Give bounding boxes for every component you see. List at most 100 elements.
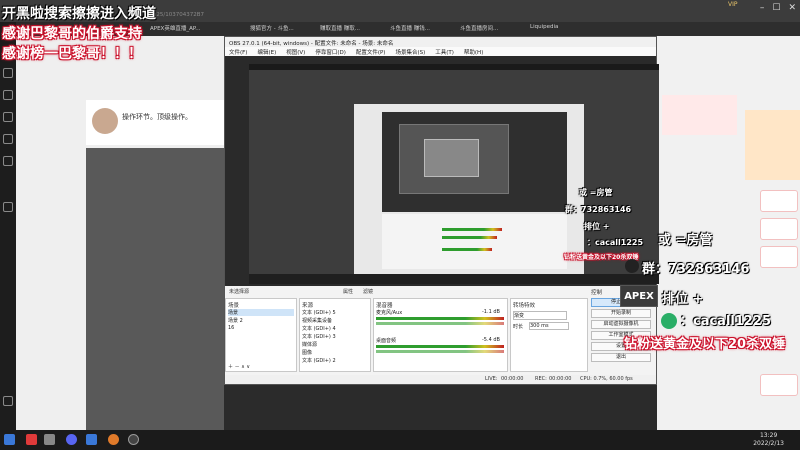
close-icon[interactable]: ✕ [788,3,796,17]
source-item[interactable]: 视频采集设备 [302,317,332,324]
clock[interactable]: 13:29 2022/2/13 [753,432,784,448]
menu-profile[interactable]: 配置文件(P) [356,48,386,56]
category-icon[interactable] [3,112,13,122]
preview-recursive-2 [424,139,479,177]
obs-icon[interactable] [128,434,139,445]
gift-thumb[interactable] [760,218,798,240]
scene-item[interactable]: 场景 [228,309,294,316]
mixer-channel-name: 桌面音频 [376,338,397,344]
duration-label: 时长 [513,324,524,330]
obs-preview[interactable]: 或 =房管 群：732863146 排位 + ：cacall1225 钻粉送黄金… [249,64,659,284]
no-source-selected: 未选择源 [229,289,250,295]
mixer-meter-mic [376,317,504,320]
virtual-camera-button[interactable]: 启动虚拟摄像机 [591,320,651,329]
source-item[interactable]: 文本 (GDI+) 4 [302,325,336,332]
exit-button[interactable]: 退出 [591,353,651,362]
obs-title-bar: OBS 27.0.1 (64-bit, windows) - 配置文件: 未命名… [225,37,656,47]
live-time: 00:00:00 [501,376,524,382]
app-icon[interactable] [86,434,97,445]
menu-scene-collection[interactable]: 场景集合(S) [395,48,425,56]
browser-tab[interactable]: APEX英雄直播_AP... [150,24,220,35]
mixer-title: 混音器 [376,303,393,309]
browser-tab[interactable]: 搜狐官方 - 斗鱼... [250,24,315,35]
mixer-meter-desktop [376,350,504,353]
event-banner[interactable] [745,110,800,180]
overlay-rank: 排位 + [662,292,704,307]
preview-browser-strip [249,64,659,70]
scene-item[interactable]: 场景 2 [228,317,243,324]
start-recording-button[interactable]: 开始录制 [591,309,651,318]
streamer-avatar[interactable] [92,108,118,134]
overlay-thanks-1: 感谢巴黎哥的伯爵支持 [2,26,142,42]
rec-time: 00:00:00 [549,376,572,382]
apex-logo: APEX [620,285,658,307]
browser-tab[interactable]: Liquipedia [530,24,590,35]
obs-status-bar: LIVE: 00:00:00 REC: 00:00:00 CPU: 0.7%, … [225,375,656,384]
properties-button[interactable]: 属性 [343,288,353,295]
clock-time: 13:29 [759,432,778,439]
fish-icon[interactable] [3,202,13,212]
overlay-gift-note: 钻粉送黄金及以下20杀双锤 [624,337,786,352]
live-icon[interactable] [3,90,13,100]
menu-help[interactable]: 帮助(H) [464,48,483,56]
scene-add-remove[interactable]: ＋ － ∧ ∨ [228,363,250,370]
duration-input[interactable]: 300 ms [529,322,569,330]
browser-tab[interactable]: 斗鱼直播 赚钱... [390,24,455,35]
live-label: LIVE: [485,376,498,382]
source-item[interactable]: 文本 (GDI+) 3 [302,333,336,340]
browser-tab[interactable]: 斗鱼直播房间... [460,24,525,35]
obs-window: OBS 27.0.1 (64-bit, windows) - 配置文件: 未命名… [224,36,659,385]
gift-thumb[interactable] [760,190,798,212]
app-icon[interactable] [26,434,37,445]
home-icon[interactable] [3,68,13,78]
mixer-meter-mic [376,322,504,325]
controls-title: 控制 [591,290,603,296]
preview-qq-text: 群：732863146 [565,205,632,214]
promo-card[interactable] [662,95,737,135]
transition-select[interactable]: 渐变 [513,311,567,320]
preview-meter [442,236,497,239]
overlay-wechat: ：cacall1225 [680,314,772,329]
source-item[interactable]: 文本 (GDI+) 2 [302,357,336,364]
cpu-fps: CPU: 0.7%, 60.00 fps [580,376,633,382]
obs-menu-bar: 文件(F) 编辑(E) 视图(V) 停靠窗口(D) 配置文件(P) 场景集合(S… [225,47,656,56]
add-icon[interactable] [3,396,13,406]
preview-meter [442,228,502,231]
overlay-thanks-2: 感谢榜一巴黎哥！！！ [2,46,142,62]
browser-tabs: APEX英雄直播_AP... 搜狐官方 - 斗鱼... 赚取直播 赚取... 斗… [150,22,800,36]
address-bar[interactable]: ds25/103704372B7 [150,12,204,18]
source-item[interactable]: 图像 [302,349,312,356]
browser-tab[interactable]: 赚取直播 赚取... [320,24,385,35]
obs-docks: 未选择源 属性 滤镜 场景 场景 场景 2 16 ＋ － ∧ ∨ 来源 文本 (… [225,286,656,384]
follow-icon[interactable] [3,134,13,144]
left-sidebar [0,22,16,430]
transitions-title: 转场特效 [513,303,536,309]
scene-item[interactable]: 16 [228,325,234,331]
rec-label: REC: [535,376,547,382]
start-icon[interactable] [4,434,15,445]
browser-icon[interactable] [108,434,119,445]
discord-icon[interactable] [66,434,77,445]
app-icon[interactable] [44,434,55,445]
preview-nested-docks [382,214,567,269]
menu-view[interactable]: 视图(V) [286,48,305,56]
gift-thumb[interactable] [760,374,798,396]
filters-button[interactable]: 滤镜 [363,288,373,295]
game-icon[interactable] [3,156,13,166]
gift-thumb[interactable] [760,246,798,268]
menu-tools[interactable]: 工具(T) [435,48,454,56]
mixer-channel-name: 麦克风/Aux [376,310,403,316]
preview-taskbar [249,274,659,284]
menu-edit[interactable]: 编辑(E) [257,48,276,56]
menu-docks[interactable]: 停靠窗口(D) [315,48,346,56]
mixer-channel-db: -1.1 dB [482,309,500,315]
mixer-dock: 混音器 麦克风/Aux -1.1 dB 桌面音频 -5.4 dB [373,298,508,372]
source-item[interactable]: 媒体源 [302,341,317,348]
source-item[interactable]: 文本 (GDI+) 5 [302,309,336,316]
overlay-title: 开黑啦搜索擦擦进入频道 [2,6,156,22]
overlay-admin: 或 =房管 [658,233,713,248]
maximize-icon[interactable]: ☐ [772,3,780,17]
windows-taskbar: 13:29 2022/2/13 [0,430,800,450]
menu-file[interactable]: 文件(F) [229,48,247,56]
minimize-icon[interactable]: – [760,3,765,17]
